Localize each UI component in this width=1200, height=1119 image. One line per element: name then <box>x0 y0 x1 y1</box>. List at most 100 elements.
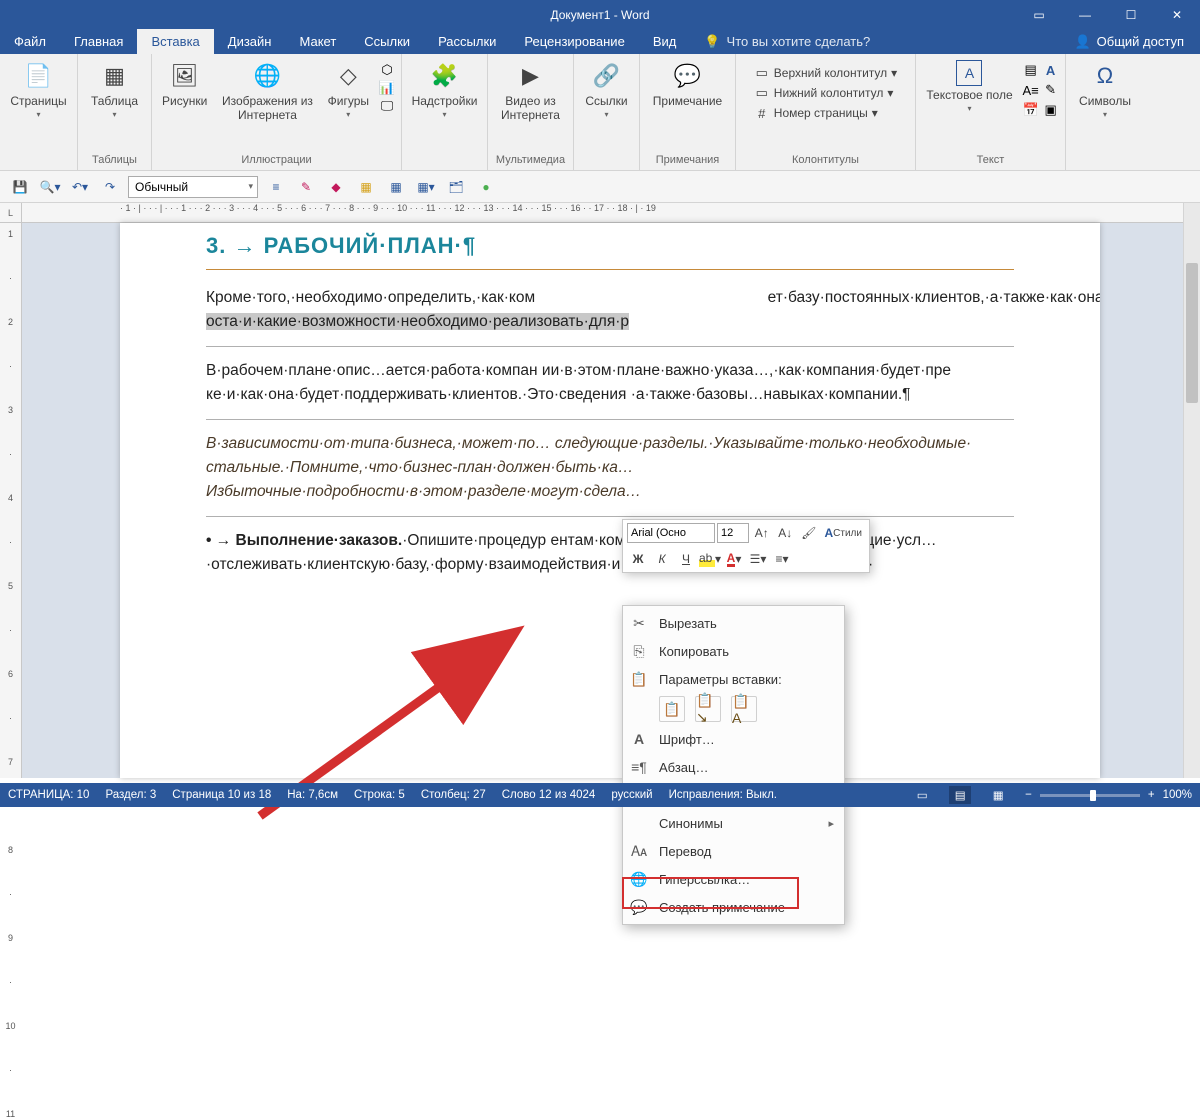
tab-view[interactable]: Вид <box>639 29 691 54</box>
status-words[interactable]: Слово 12 из 4024 <box>502 789 596 801</box>
status-section[interactable]: Раздел: 3 <box>105 789 156 801</box>
zoom-in-button[interactable]: + <box>1148 789 1155 801</box>
underline-button[interactable]: Ч <box>675 548 697 570</box>
zoom-control[interactable]: − + 100% <box>1025 789 1192 801</box>
undo-button[interactable]: ↶▾ <box>68 175 92 199</box>
ctx-copy[interactable]: ⎘Копировать <box>623 637 844 665</box>
font-family-input[interactable] <box>627 523 715 543</box>
vertical-scrollbar[interactable] <box>1183 203 1200 778</box>
footer-button[interactable]: ▭Нижний колонтитул ▾ <box>752 84 899 102</box>
status-bar: СТРАНИЦА: 10 Раздел: 3 Страница 10 из 18… <box>0 783 1200 807</box>
status-language[interactable]: русский <box>611 789 652 801</box>
symbols-button[interactable]: ΩСимволы <box>1075 58 1135 122</box>
horizontal-ruler[interactable]: · 1 · | · · · | · · · 1 · · · 2 · · · 3 … <box>0 203 1200 223</box>
ribbon-display-options-icon[interactable]: ▭ <box>1016 0 1062 29</box>
qat-btn-8[interactable]: ● <box>474 175 498 199</box>
grow-font-button[interactable]: A↑ <box>751 522 773 544</box>
table-button[interactable]: ▦Таблица <box>87 58 142 122</box>
status-at[interactable]: На: 7,6см <box>287 789 338 801</box>
ctx-synonyms[interactable]: Синонимы <box>623 809 844 837</box>
tell-me[interactable]: 💡Что вы хотите сделать? <box>690 29 884 54</box>
tab-insert[interactable]: Вставка <box>137 29 213 54</box>
addins-icon: 🧩 <box>429 60 461 92</box>
page[interactable]: 3. → РАБОЧИЙ·ПЛАН·¶ Кроме·того,·необходи… <box>120 223 1100 778</box>
tab-file[interactable]: Файл <box>0 29 60 54</box>
italic-button[interactable]: К <box>651 548 673 570</box>
zoom-slider[interactable] <box>1040 794 1140 797</box>
paste-keep-formatting[interactable]: 📋 <box>659 696 685 722</box>
links-button[interactable]: 🔗Ссылки <box>581 58 631 122</box>
ctx-paragraph[interactable]: ≡¶Абзац… <box>623 753 844 781</box>
smartart-icon[interactable]: ⬡ <box>379 62 395 78</box>
dropcap-icon[interactable]: A≡ <box>1023 82 1039 98</box>
zoom-level[interactable]: 100% <box>1163 789 1192 801</box>
object-icon[interactable]: ▣ <box>1043 102 1059 118</box>
maximize-button[interactable]: ☐ <box>1108 0 1154 29</box>
font-color-button[interactable]: A▾ <box>723 548 745 570</box>
ctx-translate[interactable]: 🗛Перевод <box>623 837 844 865</box>
status-line[interactable]: Строка: 5 <box>354 789 405 801</box>
ctx-font[interactable]: AШрифт… <box>623 725 844 753</box>
zoom-out-button[interactable]: − <box>1025 789 1032 801</box>
shrink-font-button[interactable]: A↓ <box>775 522 797 544</box>
status-page[interactable]: СТРАНИЦА: 10 <box>8 789 89 801</box>
ctx-new-comment[interactable]: 💬Создать примечание <box>623 893 844 921</box>
close-button[interactable]: ✕ <box>1154 0 1200 29</box>
format-painter-button[interactable]: 🖌 <box>798 522 820 544</box>
pictures-button[interactable]: 🖼Рисунки <box>158 58 211 110</box>
qat-btn-2[interactable]: ✎ <box>294 175 318 199</box>
textbox-button[interactable]: AТекстовое поле <box>922 58 1016 116</box>
screenshot-icon[interactable]: 🖵 <box>379 98 395 114</box>
tab-references[interactable]: Ссылки <box>350 29 424 54</box>
find-button[interactable]: 🔍▾ <box>38 175 62 199</box>
scrollbar-thumb[interactable] <box>1186 263 1198 403</box>
qat-btn-7[interactable]: 🗂 <box>444 175 468 199</box>
bold-button[interactable]: Ж <box>627 548 649 570</box>
online-video-button[interactable]: ▶Видео из Интернета <box>494 58 567 125</box>
comment-button[interactable]: 💬Примечание <box>649 58 726 110</box>
qat-btn-3[interactable]: ◆ <box>324 175 348 199</box>
qat-btn-4[interactable]: ▦ <box>354 175 378 199</box>
addins-button[interactable]: 🧩Надстройки <box>408 58 482 122</box>
page-number-button[interactable]: #Номер страницы ▾ <box>752 104 899 122</box>
paste-merge-formatting[interactable]: 📋↘ <box>695 696 721 722</box>
header-button[interactable]: ▭Верхний колонтитул ▾ <box>752 64 899 82</box>
qat-btn-5[interactable]: ▦ <box>384 175 408 199</box>
paste-text-only[interactable]: 📋A <box>731 696 757 722</box>
tab-layout[interactable]: Макет <box>285 29 350 54</box>
shapes-button[interactable]: ◇Фигуры <box>324 58 373 122</box>
highlight-button[interactable]: ab▾ <box>699 548 721 570</box>
status-column[interactable]: Столбец: 27 <box>421 789 486 801</box>
numbering-button[interactable]: ≡▾ <box>771 548 793 570</box>
quickparts-icon[interactable]: ▤ <box>1023 62 1039 78</box>
view-web-layout[interactable]: ▦ <box>987 786 1009 804</box>
qat-btn-6[interactable]: ▦▾ <box>414 175 438 199</box>
share-button[interactable]: 👤Общий доступ <box>1058 29 1200 54</box>
view-read-mode[interactable]: ▭ <box>911 786 933 804</box>
font-size-input[interactable] <box>717 523 749 543</box>
online-pictures-button[interactable]: 🌐Изображения из Интернета <box>217 58 317 125</box>
style-selector[interactable]: Обычный <box>128 176 258 198</box>
vertical-ruler[interactable]: 1·2·3·4·5·6·7·8·9·10·11 <box>0 223 22 778</box>
status-pages[interactable]: Страница 10 из 18 <box>172 789 271 801</box>
redo-button[interactable]: ↷ <box>98 175 122 199</box>
wordart-icon[interactable]: A <box>1043 62 1059 78</box>
save-button[interactable]: 💾 <box>8 175 32 199</box>
ctx-cut[interactable]: ✂Вырезать <box>623 609 844 637</box>
signature-icon[interactable]: ✎ <box>1043 82 1059 98</box>
chart-icon[interactable]: 📊 <box>379 80 395 96</box>
status-track-changes[interactable]: Исправления: Выкл. <box>669 789 777 801</box>
qat-btn-1[interactable]: ≡ <box>264 175 288 199</box>
bullets-button[interactable]: ☰▾ <box>747 548 769 570</box>
styles-button[interactable]: AСтили <box>822 522 865 544</box>
tab-home[interactable]: Главная <box>60 29 137 54</box>
ctx-hyperlink[interactable]: 🌐Гиперссылка… <box>623 865 844 893</box>
tab-mailings[interactable]: Рассылки <box>424 29 510 54</box>
pages-button[interactable]: 📄Страницы <box>6 58 70 122</box>
date-icon[interactable]: 📅 <box>1023 102 1039 118</box>
tab-design[interactable]: Дизайн <box>214 29 286 54</box>
minimize-button[interactable]: — <box>1062 0 1108 29</box>
ruler-corner[interactable]: L <box>0 203 22 223</box>
view-print-layout[interactable]: ▤ <box>949 786 971 804</box>
tab-review[interactable]: Рецензирование <box>510 29 638 54</box>
